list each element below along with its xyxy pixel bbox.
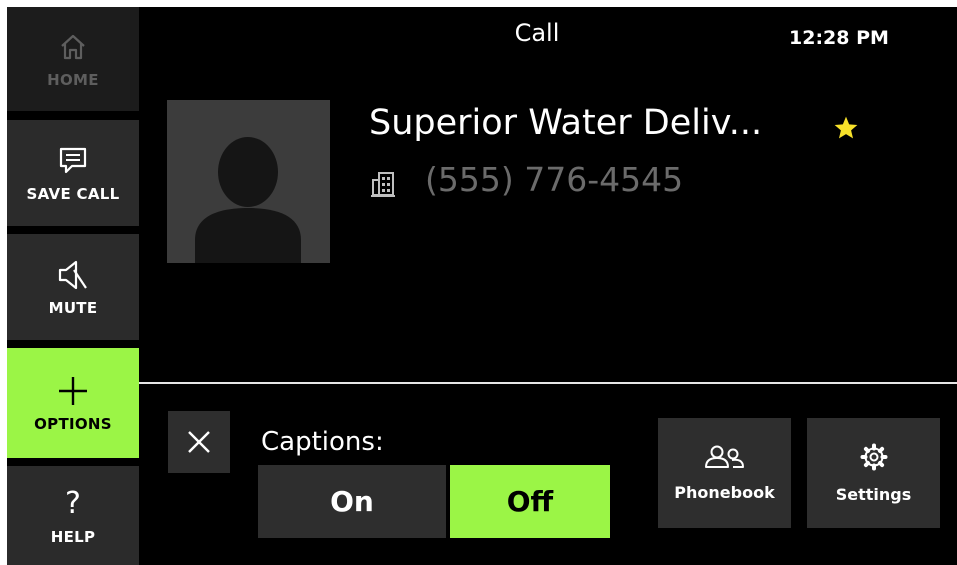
plus-icon — [56, 373, 90, 409]
captions-on-button[interactable]: On — [258, 465, 446, 538]
nav-home-button[interactable]: HOME — [7, 7, 139, 111]
settings-button[interactable]: Settings — [807, 418, 940, 528]
contact-phone-number: (555) 776-4545 — [425, 160, 684, 199]
building-icon — [370, 170, 396, 202]
home-icon — [58, 29, 88, 65]
clock-time: 12:28 PM — [789, 27, 889, 49]
captions-off-button[interactable]: Off — [450, 465, 610, 538]
chat-bubble-icon — [56, 143, 90, 179]
avatar — [167, 100, 330, 263]
nav-options-label: OPTIONS — [34, 415, 112, 433]
gear-icon — [860, 443, 887, 470]
nav-options-button[interactable]: OPTIONS — [7, 348, 139, 458]
contacts-icon — [704, 445, 744, 468]
settings-label: Settings — [835, 484, 912, 504]
call-screen: HOME SAVE CALL MUTE OPTIONS ? HELP Call … — [7, 7, 957, 565]
divider — [139, 382, 957, 384]
close-icon — [188, 431, 210, 453]
nav-help-label: HELP — [50, 527, 96, 546]
phonebook-label: Phonebook — [674, 482, 775, 502]
nav-save-call-button[interactable]: SAVE CALL — [7, 120, 139, 226]
captions-label: Captions: — [261, 427, 384, 457]
question-mark-icon: ? — [65, 486, 81, 521]
nav-mute-label: MUTE — [48, 299, 98, 317]
page-title: Call — [514, 19, 560, 47]
close-options-button[interactable] — [168, 411, 230, 473]
phonebook-button[interactable]: Phonebook — [658, 418, 791, 528]
person-silhouette-icon — [195, 137, 301, 263]
nav-help-button[interactable]: ? HELP — [7, 466, 139, 565]
contact-name: Superior Water Deliv... — [369, 103, 763, 143]
speaker-mute-icon — [56, 257, 90, 293]
nav-home-label: HOME — [47, 71, 99, 89]
nav-save-call-label: SAVE CALL — [26, 185, 120, 203]
favorite-star-icon[interactable] — [833, 115, 859, 145]
nav-mute-button[interactable]: MUTE — [7, 234, 139, 340]
